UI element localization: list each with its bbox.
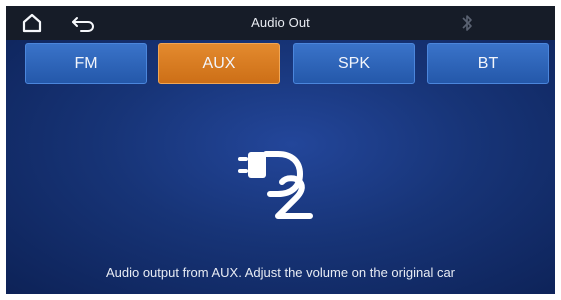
tab-aux[interactable]: AUX: [158, 43, 280, 84]
tab-spk[interactable]: SPK: [293, 43, 415, 84]
audio-out-screen: Audio Out FM AUX SPK BT Audio output fro…: [6, 6, 555, 294]
aux-plug-logo-icon: [238, 151, 313, 219]
tab-bt[interactable]: BT: [427, 43, 549, 84]
tab-fm[interactable]: FM: [25, 43, 147, 84]
top-bar: Audio Out: [6, 6, 555, 40]
audio-source-tabs: FM AUX SPK BT: [6, 43, 555, 86]
bluetooth-icon: [462, 15, 472, 31]
status-message: Audio output from AUX. Adjust the volume…: [105, 265, 456, 280]
